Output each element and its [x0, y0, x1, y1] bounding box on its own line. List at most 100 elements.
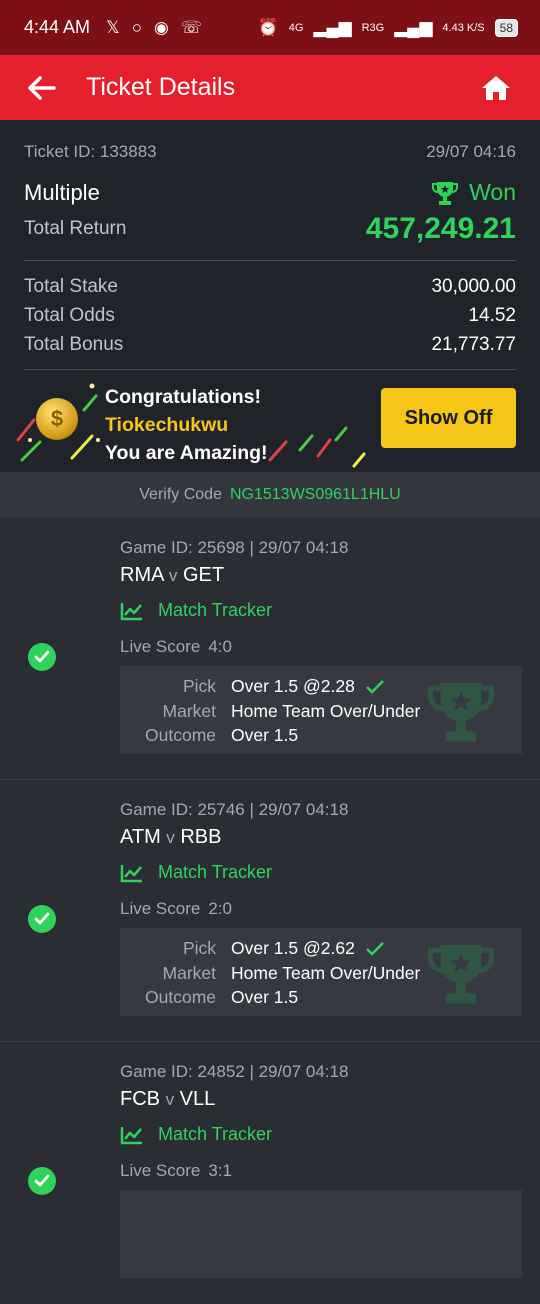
game-teams: RMA v GET — [120, 564, 224, 587]
total-bonus-value: 21,773.77 — [431, 333, 516, 355]
verify-code-label: Verify Code — [139, 486, 222, 503]
game-meta: Game ID: 25698 | 29/07 04:18 — [120, 538, 349, 557]
home-team: RMA — [120, 564, 164, 586]
chart-line-icon — [120, 602, 142, 620]
checkmark-icon — [365, 679, 384, 694]
game-item: Game ID: 25698 | 29/07 04:18 RMA v GET M… — [0, 518, 540, 780]
outcome-value: Over 1.5 — [231, 987, 299, 1007]
away-team: VLL — [179, 1088, 216, 1110]
live-score-value: 2:0 — [208, 899, 232, 918]
match-tracker-link[interactable]: Match Tracker — [120, 1124, 272, 1145]
market-label: Market — [162, 963, 216, 983]
status-badge: Won — [431, 179, 516, 206]
signal-icon-2: ▂▄▆ — [394, 17, 433, 37]
game-meta: Game ID: 25746 | 29/07 04:18 — [120, 800, 349, 819]
live-score-value: 4:0 — [208, 637, 232, 656]
network-4g: 4G — [288, 21, 304, 34]
pick-value: Over 1.5 @2.62 — [231, 938, 355, 958]
vs-label: v — [168, 566, 178, 585]
match-tracker-label: Match Tracker — [158, 1124, 273, 1144]
game-teams: ATM v RBB — [120, 826, 221, 849]
pick-details: Pick Over 1.5 @2.28 Market Home Team Over/… — [120, 666, 522, 754]
check-circle-icon — [28, 643, 56, 671]
net-speed-unit: K/S — [466, 21, 485, 34]
pick-details — [120, 1190, 522, 1278]
live-score-value: 3:1 — [208, 1161, 232, 1180]
check-circle-icon — [28, 905, 56, 933]
ticket-id-value: 133883 — [99, 142, 157, 161]
market-value: Home Team Over/Under — [231, 701, 421, 721]
bet-type: Multiple — [24, 179, 100, 205]
congrats-username: Tiokechukwu — [105, 414, 229, 436]
market-label: Market — [162, 701, 216, 721]
total-return-value: 457,249.21 — [365, 212, 516, 245]
total-odds-value: 14.52 — [468, 304, 516, 326]
coin-icon: $ — [36, 398, 78, 440]
game-item: Game ID: 25746 | 29/07 04:18 ATM v RBB M… — [0, 780, 540, 1042]
pick-value: Over 1.5 @2.28 — [231, 676, 355, 696]
vs-label: v — [166, 828, 175, 847]
home-button[interactable] — [476, 68, 516, 108]
pick-label: Pick — [182, 676, 216, 696]
pick-label: Pick — [182, 938, 216, 958]
away-team: GET — [182, 564, 225, 586]
show-off-button[interactable]: Show Off — [381, 388, 516, 448]
trophy-watermark-icon — [428, 945, 494, 1004]
outcome-value: Over 1.5 — [231, 725, 299, 745]
status-text: Won — [469, 179, 516, 205]
arrow-left-icon — [28, 75, 56, 100]
chart-line-icon — [120, 1126, 142, 1144]
congrats-line1: Congratulations! — [105, 386, 261, 408]
total-stake-label: Total Stake — [24, 275, 118, 297]
battery-icon: 58 — [494, 18, 518, 37]
pick-details: Pick Over 1.5 @2.62 Market Home Team Over/… — [120, 928, 522, 1016]
chart-line-icon — [120, 864, 142, 882]
total-return-label: Total Return — [24, 218, 127, 239]
circle-icon: ○ — [131, 17, 143, 37]
live-score: Live Score 2:0 — [120, 899, 232, 919]
x-icon: 𝕏 — [106, 17, 120, 37]
game-item: Game ID: 24852 | 29/07 04:18 FCB v VLL M… — [0, 1042, 540, 1304]
verify-code-bar: Verify Code NG1513WS0961L1HLU — [0, 472, 540, 518]
match-tracker-label: Match Tracker — [158, 862, 273, 882]
away-team: RBB — [180, 826, 222, 848]
status-time: 4:44 AM — [24, 17, 91, 37]
verify-code-value[interactable]: NG1513WS0961L1HLU — [230, 486, 401, 504]
home-team: FCB — [120, 1088, 160, 1110]
congrats-line3: You are Amazing! — [105, 442, 268, 464]
match-tracker-link[interactable]: Match Tracker — [120, 600, 272, 621]
ticket-summary: Ticket ID: 133883 29/07 04:16 Multiple W… — [0, 120, 540, 370]
total-stake-value: 30,000.00 — [431, 275, 516, 297]
live-score-label: Live Score — [120, 1161, 201, 1180]
app-bar: Ticket Details — [0, 55, 540, 120]
trophy-watermark-icon — [428, 683, 494, 742]
ticket-id-label: Ticket ID: — [24, 142, 96, 161]
divider — [24, 260, 516, 261]
live-score-label: Live Score — [120, 899, 201, 918]
live-score-label: Live Score — [120, 637, 201, 656]
total-bonus-label: Total Bonus — [24, 333, 124, 355]
checkmark-icon — [365, 941, 384, 956]
page-title: Ticket Details — [86, 73, 236, 101]
status-bar: 4:44 AM 𝕏 ○ ◉ ☏ ⏰ 4G ▂▄▆ R3G ▂▄▆ 4.43 K/… — [0, 0, 540, 55]
outcome-label: Outcome — [145, 987, 216, 1007]
trophy-icon — [432, 181, 459, 205]
game-meta: Game ID: 24852 | 29/07 04:18 — [120, 1062, 349, 1081]
network-r3g: R3G — [361, 21, 385, 34]
match-tracker-label: Match Tracker — [158, 600, 273, 620]
signal-icon: ▂▄▆ — [313, 17, 352, 37]
ticket-id: Ticket ID: 133883 — [24, 142, 157, 162]
market-value: Home Team Over/Under — [231, 963, 421, 983]
game-teams: FCB v VLL — [120, 1088, 215, 1111]
match-tracker-link[interactable]: Match Tracker — [120, 862, 272, 883]
outcome-label: Outcome — [145, 725, 216, 745]
live-score: Live Score 3:1 — [120, 1161, 232, 1181]
home-team: ATM — [120, 826, 161, 848]
net-speed-value: 4.43 — [442, 21, 464, 34]
ticket-date: 29/07 04:16 — [426, 142, 516, 161]
total-odds-label: Total Odds — [24, 304, 115, 326]
live-score: Live Score 4:0 — [120, 637, 232, 657]
net-speed: 4.43 K/S — [442, 22, 484, 34]
back-button[interactable] — [24, 70, 60, 106]
congrats-text: Congratulations! Tiokechukwu You are Ama… — [105, 383, 268, 467]
